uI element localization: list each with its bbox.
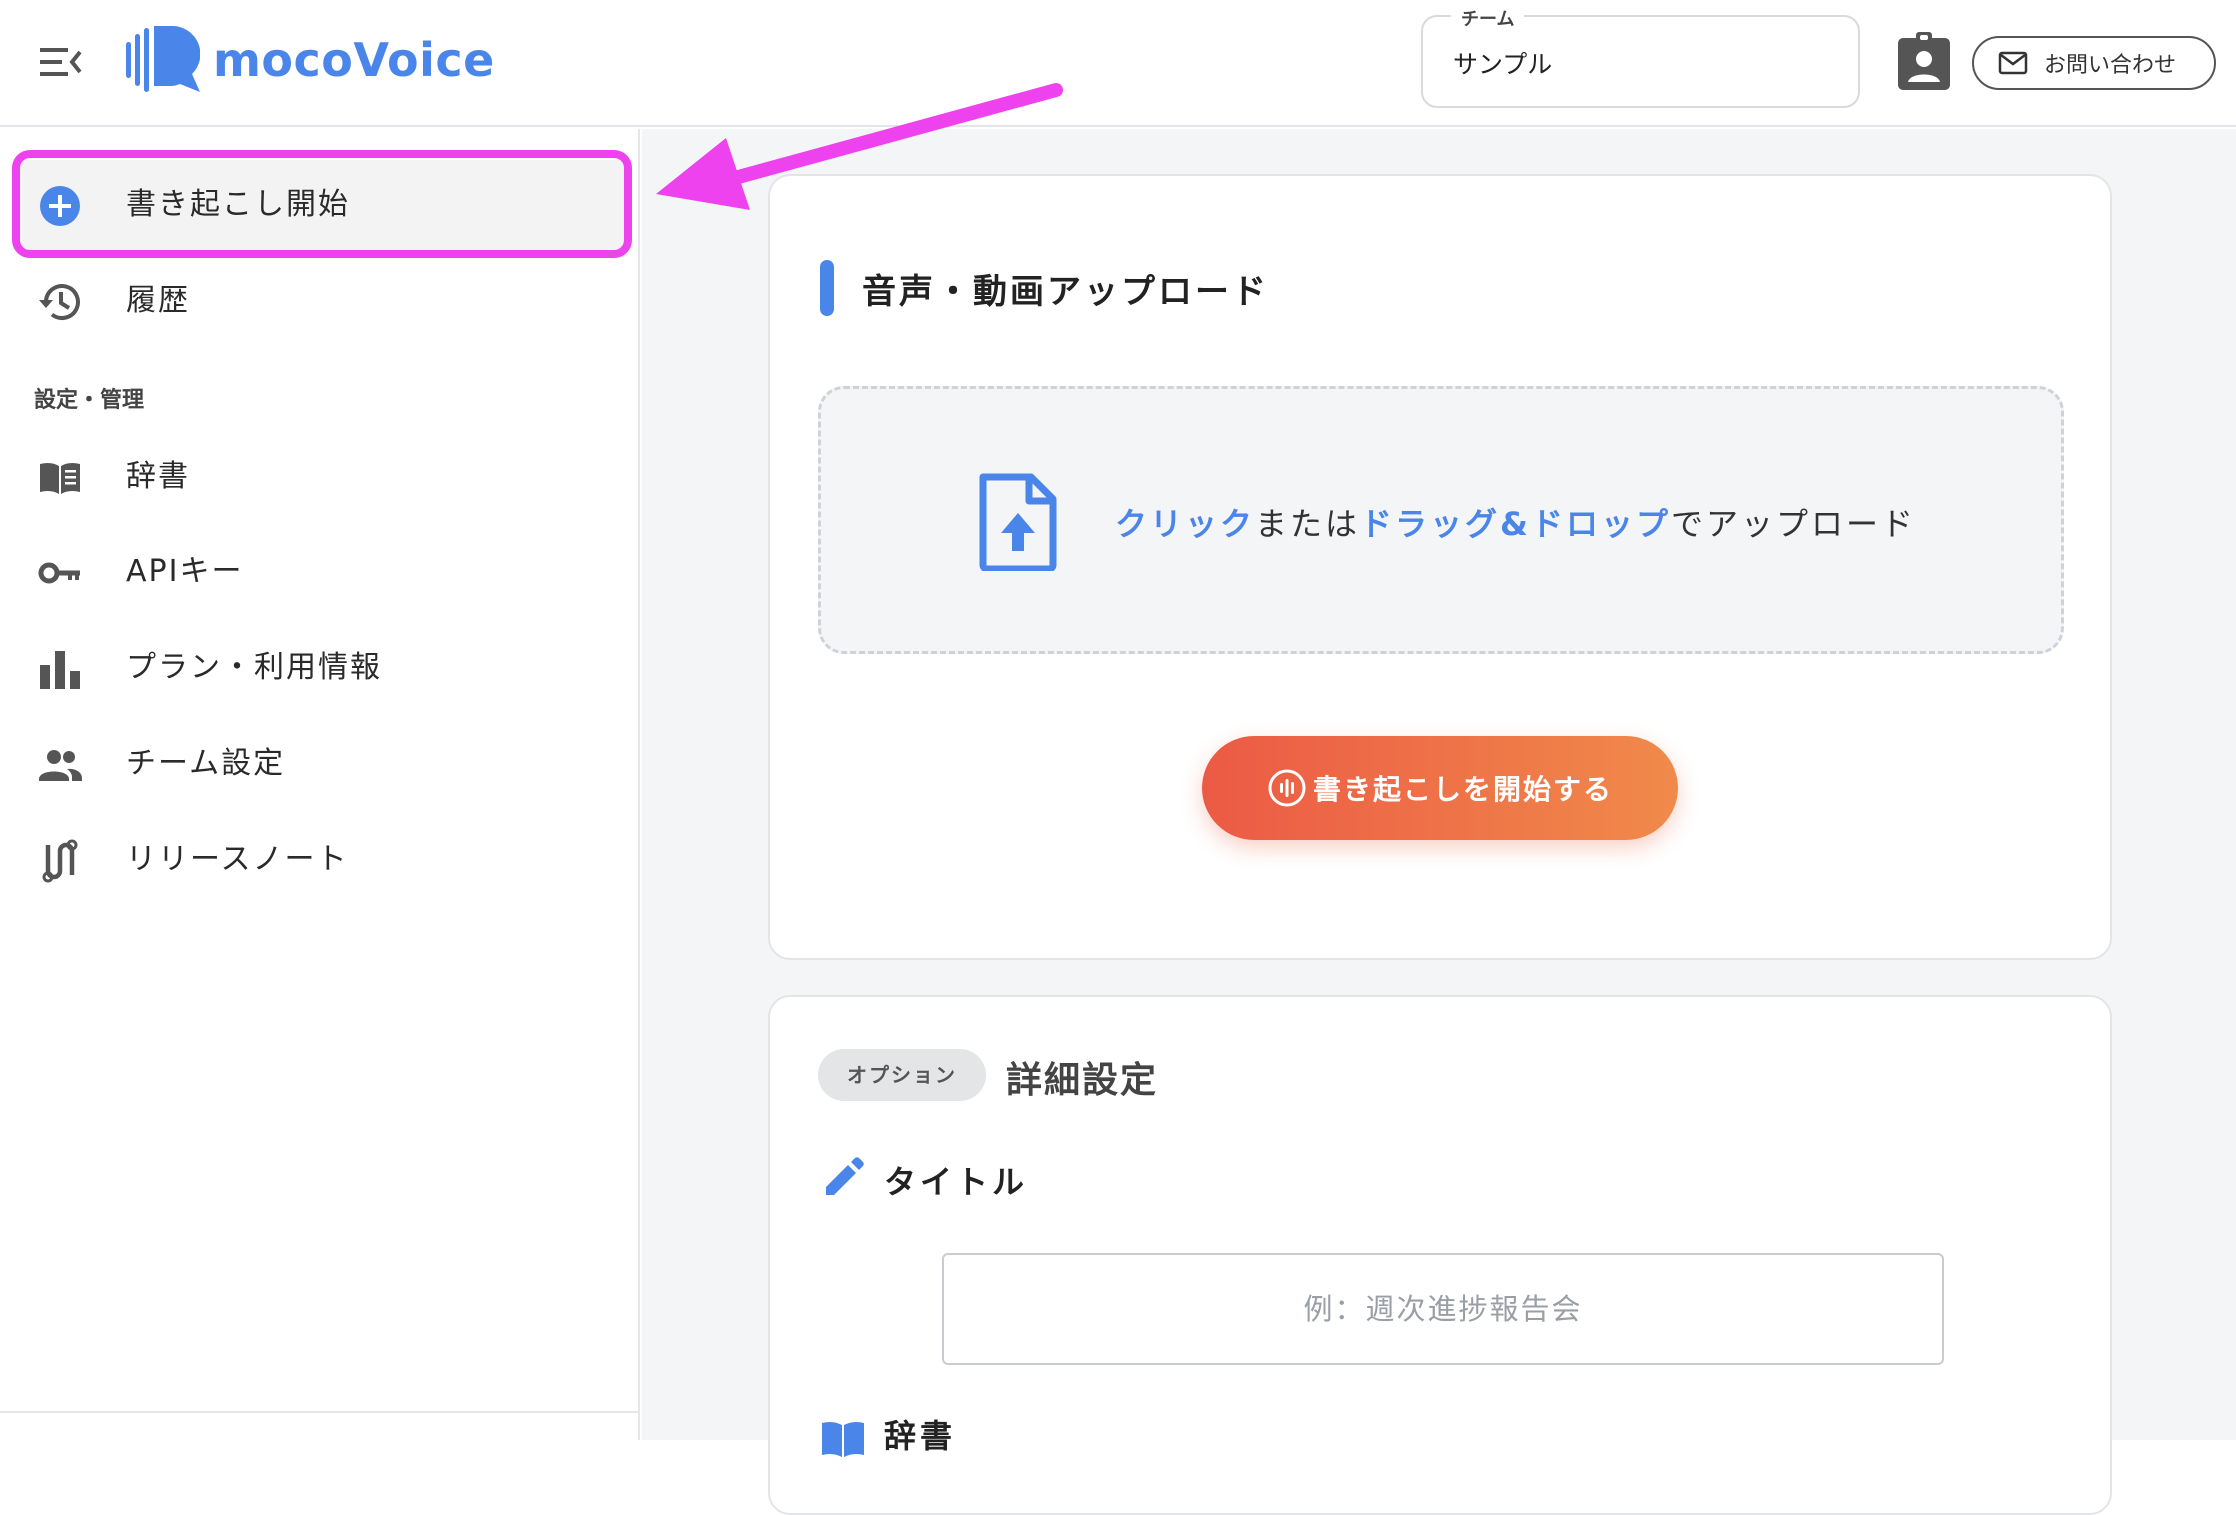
mail-icon <box>1998 51 2028 75</box>
title-field-label: タイトル <box>884 1163 1029 1201</box>
people-icon <box>39 750 82 781</box>
sidebar-item-label: 書き起こし開始 <box>126 187 350 222</box>
upload-card: 音声・動画アップロード クリックまたはドラッグ&ドロップでアップロード 書き起こ… <box>768 174 2112 960</box>
file-upload-icon <box>979 473 1057 571</box>
start-transcription-button[interactable]: 書き起こしを開始する <box>1202 736 1678 840</box>
main-content: 音声・動画アップロード クリックまたはドラッグ&ドロップでアップロード 書き起こ… <box>642 129 2236 1515</box>
contact-button-label: お問い合わせ <box>2044 53 2177 78</box>
options-card: オプション 詳細設定 タイトル 辞書 <box>768 995 2112 1515</box>
team-select-value: サンプル <box>1453 50 1553 79</box>
route-icon <box>42 839 78 883</box>
start-button-label: 書き起こしを開始する <box>1312 774 1613 805</box>
sidebar-item-api-key[interactable]: APIキー <box>16 527 624 617</box>
app-name[interactable]: mocoVoice <box>213 30 495 90</box>
history-icon <box>39 284 80 320</box>
sidebar-item-release-notes[interactable]: リリースノート <box>16 815 624 905</box>
sidebar-item-label: 辞書 <box>126 459 190 494</box>
top-header: mocoVoice チーム サンプル お問い合わせ <box>0 0 2236 127</box>
bar-chart-icon <box>40 651 80 689</box>
pencil-icon <box>826 1157 864 1195</box>
file-dropzone[interactable]: クリックまたはドラッグ&ドロップでアップロード <box>818 386 2064 654</box>
sidebar-item-label: 履歴 <box>126 283 190 318</box>
sidebar-item-label: プラン・利用情報 <box>126 650 382 685</box>
team-select[interactable]: チーム サンプル <box>1421 5 1860 108</box>
sidebar-item-start-transcription[interactable]: 書き起こし開始 <box>16 160 624 250</box>
key-icon <box>38 562 80 584</box>
book-icon <box>822 1421 864 1457</box>
optional-badge: オプション <box>818 1049 986 1101</box>
contact-button[interactable]: お問い合わせ <box>1972 36 2216 90</box>
menu-collapse-icon[interactable] <box>40 42 84 82</box>
dropzone-suffix-text: でアップロード <box>1670 505 1916 543</box>
add-circle-icon <box>40 186 80 226</box>
book-icon <box>40 462 80 494</box>
team-select-label: チーム <box>1451 5 1525 31</box>
sidebar-divider <box>0 1411 638 1413</box>
dictionary-field-label: 辞書 <box>884 1417 957 1455</box>
sidebar-item-team-settings[interactable]: チーム設定 <box>16 719 624 809</box>
dropzone-instruction: クリックまたはドラッグ&ドロップでアップロード <box>1115 499 1916 545</box>
sidebar-item-label: チーム設定 <box>126 746 286 781</box>
logo-icon <box>126 26 200 92</box>
sidebar: 書き起こし開始 履歴 設定・管理 辞書 APIキー プラン・利用情報 チーム設定… <box>0 129 640 1440</box>
sidebar-item-label: リリースノート <box>126 842 349 877</box>
voice-wave-icon <box>1268 769 1306 807</box>
profile-badge-icon[interactable] <box>1898 32 1950 90</box>
sidebar-item-history[interactable]: 履歴 <box>16 256 624 346</box>
section-accent-bar <box>820 260 834 316</box>
dropzone-or-text: または <box>1255 505 1361 543</box>
sidebar-item-dictionary[interactable]: 辞書 <box>16 432 624 522</box>
title-input[interactable] <box>942 1253 1944 1365</box>
options-section-title: 詳細設定 <box>1006 1060 1159 1101</box>
sidebar-item-label: APIキー <box>126 554 244 589</box>
upload-section-title: 音声・動画アップロード <box>862 272 1269 312</box>
sidebar-item-plan[interactable]: プラン・利用情報 <box>16 623 624 713</box>
dropzone-drag-text[interactable]: ドラッグ&ドロップ <box>1360 505 1671 543</box>
dropzone-click-text[interactable]: クリック <box>1115 505 1255 543</box>
settings-section-label: 設定・管理 <box>34 388 145 413</box>
